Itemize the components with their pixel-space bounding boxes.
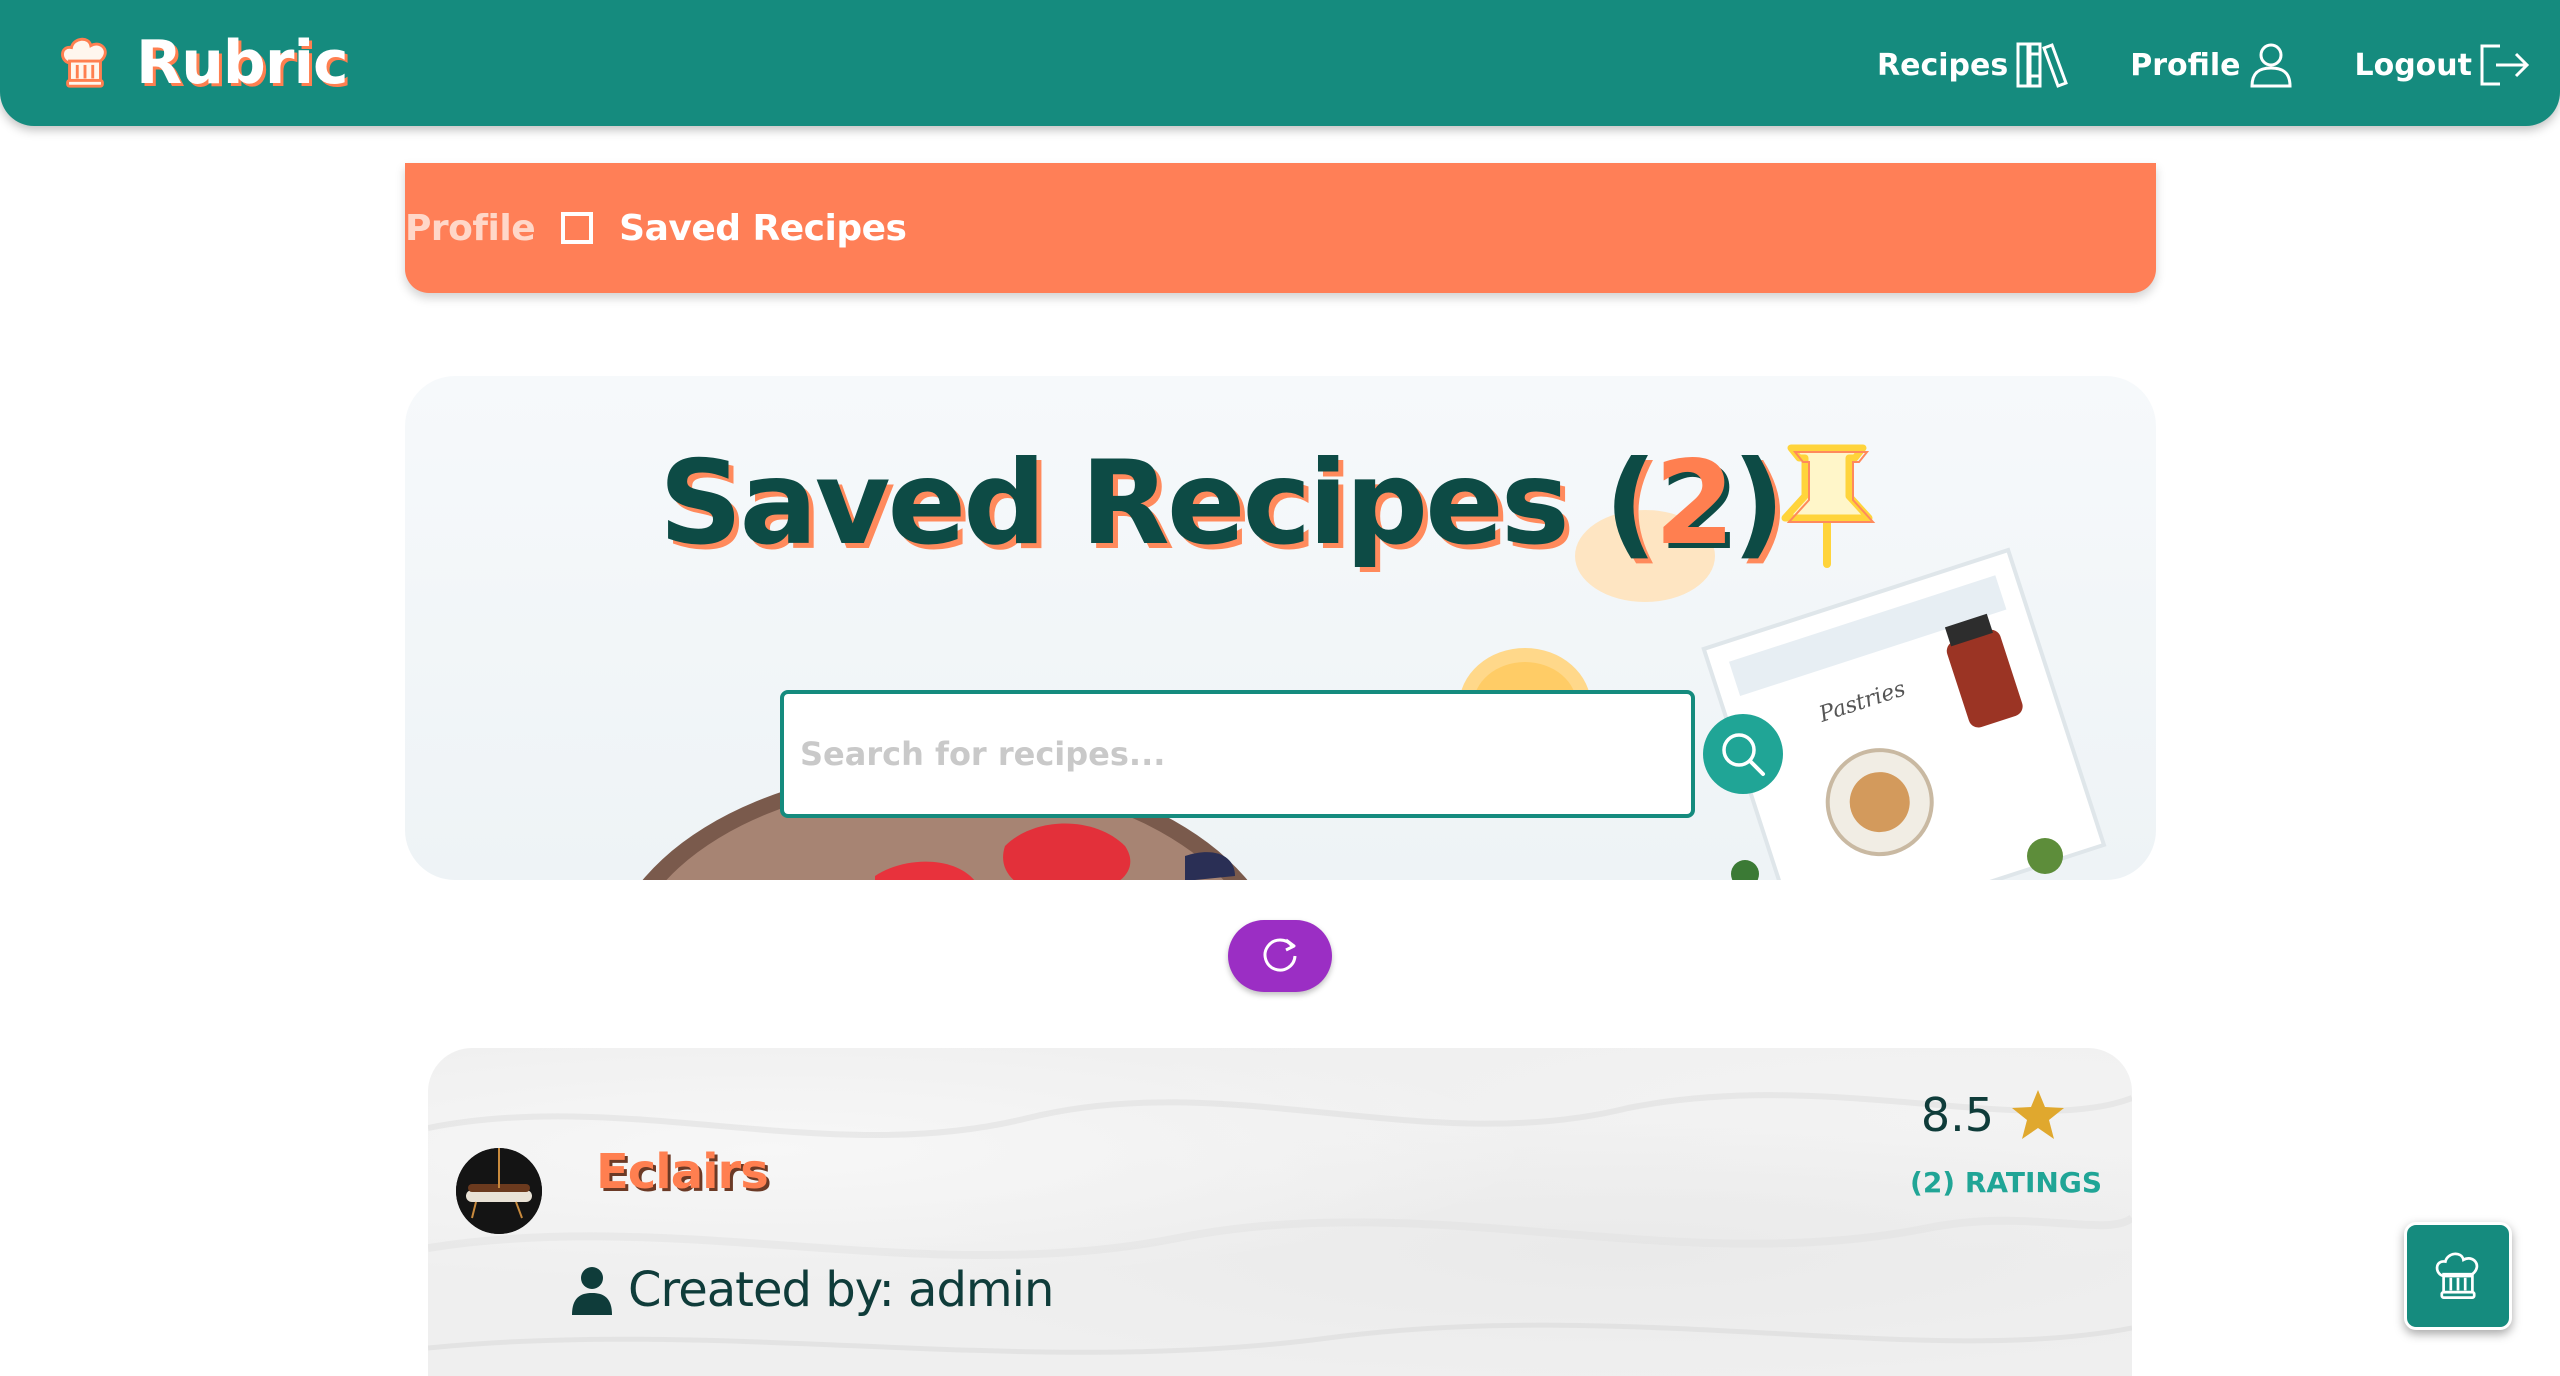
saved-count: 2 (1654, 436, 1735, 571)
nav-logout-link[interactable]: Logout (2354, 42, 2532, 88)
pushpin-icon (1781, 444, 1876, 568)
recipe-author-label: Created by: admin (628, 1262, 1054, 1318)
hero-banner: Pastries Saved Recipes (2) (405, 376, 2156, 880)
refresh-button[interactable] (1228, 920, 1332, 992)
recipe-avatar (456, 1148, 542, 1234)
search-input[interactable] (780, 690, 1695, 818)
chef-hat-icon (2435, 1252, 2479, 1299)
breadcrumb: Profile Saved Recipes (405, 163, 2156, 293)
nav-profile-label: Profile (2130, 47, 2241, 83)
star-icon (2012, 1090, 2064, 1139)
nav-logout-label: Logout (2354, 47, 2472, 83)
breadcrumb-current: Saved Recipes (619, 207, 907, 249)
nav-recipes-link[interactable]: Recipes (1877, 40, 2072, 90)
user-icon (2250, 43, 2292, 88)
eclair-thumbnail-icon (456, 1148, 542, 1234)
books-icon (2016, 42, 2069, 88)
nav-profile-link[interactable]: Profile (2130, 40, 2296, 90)
nav-links: Recipes Profile Logout (1819, 30, 2532, 100)
card-texture-background (428, 1092, 2132, 1355)
logout-icon (2480, 44, 2530, 86)
search-icon (1722, 733, 1765, 776)
page: Rubric Recipes Profile Logout Profile Sa… (0, 0, 2560, 1376)
recipe-card[interactable]: Eclairs Created by: admin 8.5 (2) RATING… (428, 1048, 2132, 1376)
breadcrumb-profile-link[interactable]: Profile (405, 208, 536, 249)
ratings-count: (2) RATINGS (1910, 1166, 2102, 1199)
chef-hat-icon (61, 37, 107, 88)
breadcrumb-separator (561, 212, 594, 244)
rating-value: 8.5 (1920, 1088, 1994, 1142)
recipe-rating: 8.5 (1921, 1088, 2066, 1142)
recipe-title[interactable]: Eclairs (596, 1144, 769, 1200)
search-button[interactable] (1703, 714, 1783, 794)
page-title-text: Saved Recipes (659, 436, 1570, 571)
search-bar (780, 690, 1783, 818)
recipe-author: Created by: admin (570, 1262, 1054, 1318)
page-title: Saved Recipes (2) (659, 436, 1785, 571)
navbar: Rubric Recipes Profile Logout (0, 0, 2560, 126)
brand-name: Rubric (136, 28, 349, 98)
user-icon (572, 1267, 612, 1315)
floating-chef-button[interactable] (2404, 1222, 2512, 1330)
refresh-icon (1263, 938, 1297, 972)
nav-recipes-label: Recipes (1877, 47, 2009, 83)
brand[interactable]: Rubric (56, 28, 349, 98)
